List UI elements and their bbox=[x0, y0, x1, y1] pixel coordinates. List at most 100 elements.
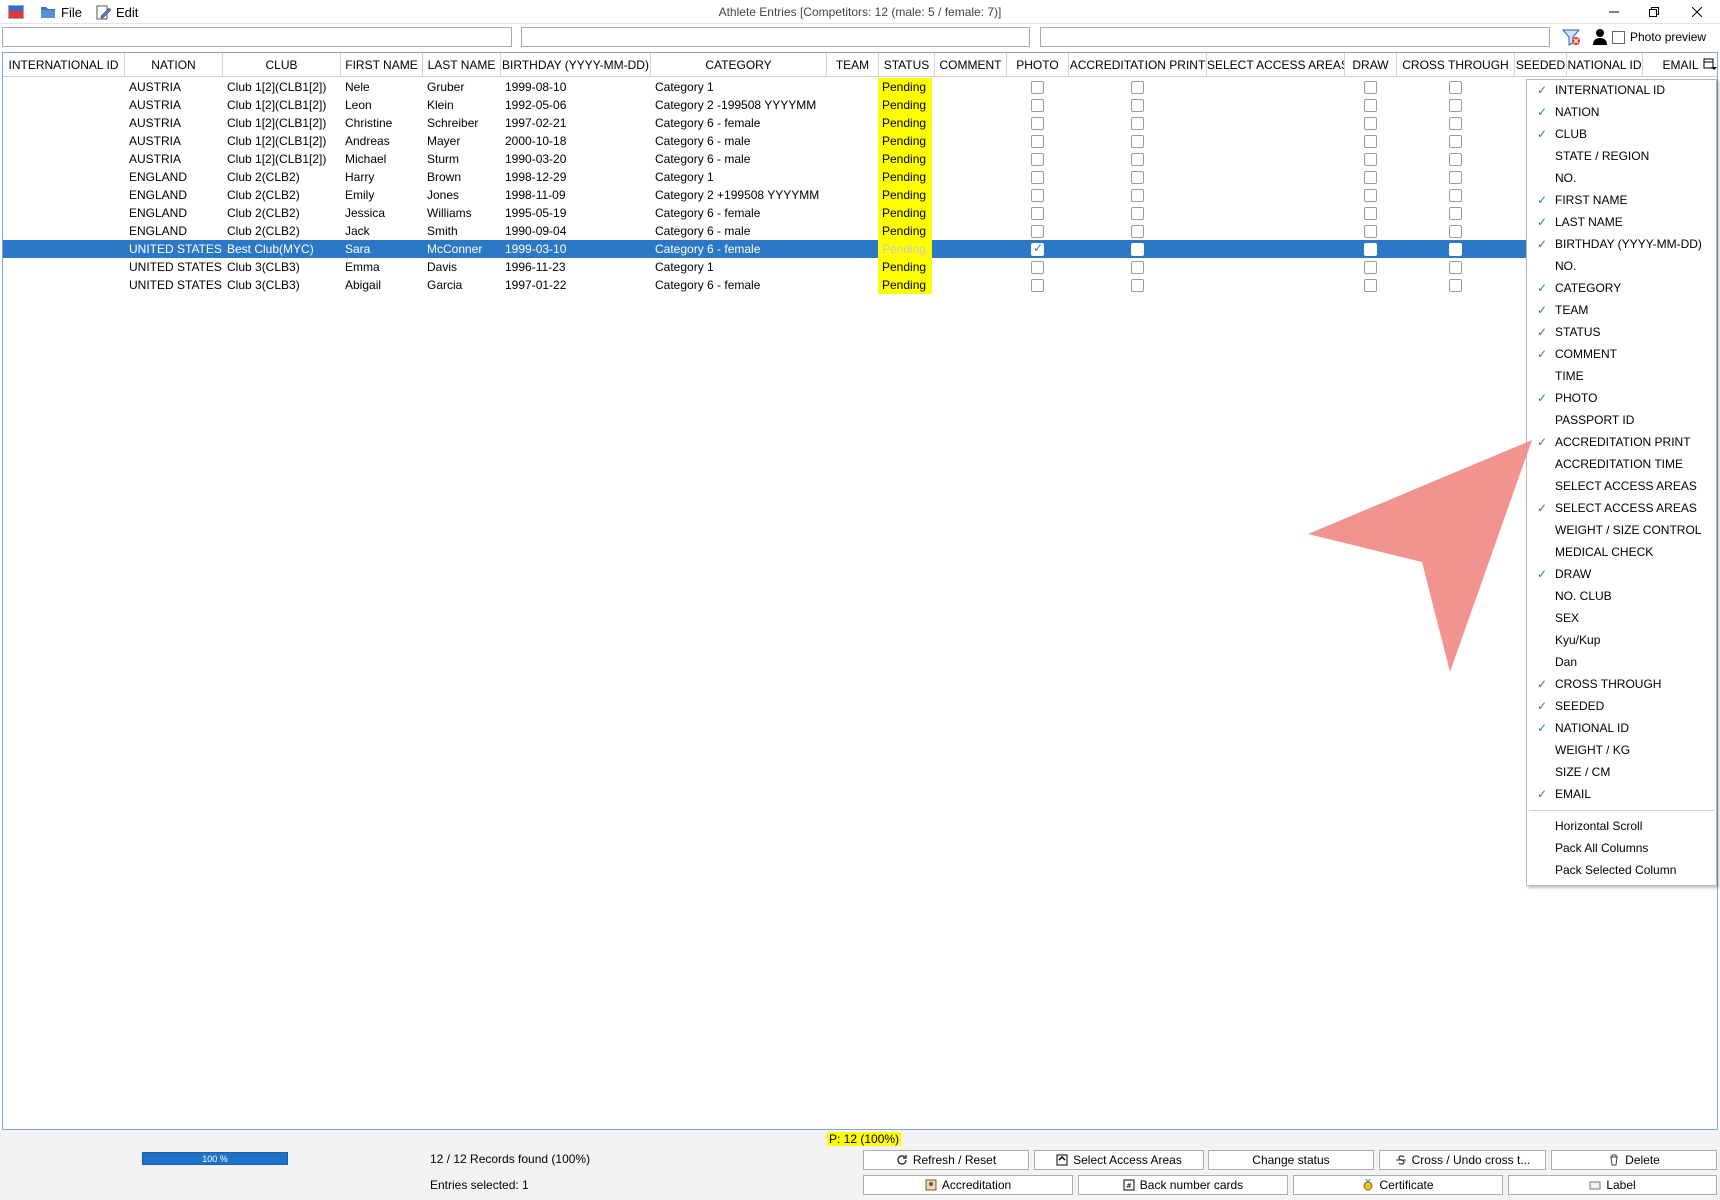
column-header-first[interactable]: FIRST NAME bbox=[341, 53, 423, 77]
column-menu-item[interactable]: ✓ BIRTHDAY (YYYY-MM-DD) bbox=[1527, 234, 1716, 254]
column-menu-item[interactable]: ✓ STATUS bbox=[1527, 322, 1716, 342]
column-menu-item[interactable]: NO. bbox=[1527, 256, 1716, 276]
edit-menu[interactable]: Edit bbox=[95, 3, 138, 21]
draw-checkbox[interactable] bbox=[1364, 99, 1377, 112]
table-row[interactable]: ENGLAND Club 2(CLB2) Emily Jones 1998-11-09 C… bbox=[3, 186, 1717, 204]
column-header-intl[interactable]: INTERNATIONAL ID bbox=[3, 53, 125, 77]
filter-input-3[interactable] bbox=[1040, 27, 1550, 47]
change-status-button[interactable]: Change status bbox=[1208, 1150, 1374, 1170]
table-row[interactable]: ENGLAND Club 2(CLB2) Harry Brown 1998-12-29 C… bbox=[3, 168, 1717, 186]
cross-checkbox[interactable] bbox=[1449, 117, 1462, 130]
column-header-category[interactable]: CATEGORY bbox=[651, 53, 827, 77]
column-menu-item[interactable]: SIZE / CM bbox=[1527, 762, 1716, 782]
column-header-accr[interactable]: ACCREDITATION PRINT bbox=[1069, 53, 1207, 77]
cross-checkbox[interactable] bbox=[1449, 279, 1462, 292]
refresh-reset-button[interactable]: Refresh / Reset bbox=[863, 1150, 1029, 1170]
table-row[interactable]: ENGLAND Club 2(CLB2) Jessica Williams 1995-0… bbox=[3, 204, 1717, 222]
table-row[interactable]: UNITED STATES Best Club(MYC) Sara McConner 1… bbox=[3, 240, 1717, 258]
filter-input-1[interactable] bbox=[2, 27, 512, 47]
clear-filter-icon[interactable] bbox=[1561, 27, 1581, 47]
accr-checkbox[interactable] bbox=[1131, 135, 1144, 148]
column-menu-item[interactable]: PASSPORT ID bbox=[1527, 410, 1716, 430]
column-menu-item[interactable]: Kyu/Kup bbox=[1527, 630, 1716, 650]
column-header-draw[interactable]: DRAW bbox=[1345, 53, 1397, 77]
photo-checkbox[interactable] bbox=[1031, 225, 1044, 238]
draw-checkbox[interactable] bbox=[1364, 135, 1377, 148]
photo-checkbox[interactable] bbox=[1031, 261, 1044, 274]
column-menu-item[interactable]: ✓ NATIONAL ID bbox=[1527, 718, 1716, 738]
photo-preview-checkbox[interactable] bbox=[1612, 31, 1625, 44]
column-menu-item[interactable]: ✓ TEAM bbox=[1527, 300, 1716, 320]
photo-checkbox[interactable] bbox=[1031, 153, 1044, 166]
draw-checkbox[interactable] bbox=[1364, 207, 1377, 220]
column-header-status[interactable]: STATUS bbox=[879, 53, 935, 77]
column-menu-item[interactable]: NO. bbox=[1527, 168, 1716, 188]
column-header-areas[interactable]: SELECT ACCESS AREAS bbox=[1207, 53, 1345, 77]
accr-checkbox[interactable] bbox=[1131, 261, 1144, 274]
accreditation-button[interactable]: Accreditation bbox=[863, 1175, 1073, 1195]
accr-checkbox[interactable] bbox=[1131, 225, 1144, 238]
column-header-club[interactable]: CLUB bbox=[223, 53, 341, 77]
accr-checkbox[interactable] bbox=[1131, 189, 1144, 202]
table-row[interactable]: UNITED STATES Club 3(CLB3) Abigail Garcia 19… bbox=[3, 276, 1717, 294]
cross-checkbox[interactable] bbox=[1449, 261, 1462, 274]
accr-checkbox[interactable] bbox=[1131, 153, 1144, 166]
accr-checkbox[interactable] bbox=[1131, 99, 1144, 112]
label-button[interactable]: Label bbox=[1508, 1175, 1717, 1195]
column-header-nation[interactable]: NATION bbox=[125, 53, 223, 77]
column-menu-item[interactable]: MEDICAL CHECK bbox=[1527, 542, 1716, 562]
draw-checkbox[interactable] bbox=[1364, 81, 1377, 94]
photo-checkbox[interactable] bbox=[1031, 135, 1044, 148]
accr-checkbox[interactable] bbox=[1131, 117, 1144, 130]
table-row[interactable]: AUSTRIA Club 1[2](CLB1[2]) Andreas Mayer 200… bbox=[3, 132, 1717, 150]
photo-checkbox[interactable] bbox=[1031, 171, 1044, 184]
cross-checkbox[interactable] bbox=[1449, 153, 1462, 166]
column-chooser-icon[interactable] bbox=[1703, 58, 1717, 72]
accr-checkbox[interactable] bbox=[1131, 279, 1144, 292]
table-row[interactable]: AUSTRIA Club 1[2](CLB1[2]) Michael Sturm 199… bbox=[3, 150, 1717, 168]
draw-checkbox[interactable] bbox=[1364, 117, 1377, 130]
accr-checkbox[interactable] bbox=[1131, 171, 1144, 184]
cross-checkbox[interactable] bbox=[1449, 225, 1462, 238]
column-menu-item[interactable]: SELECT ACCESS AREAS bbox=[1527, 476, 1716, 496]
column-menu-item[interactable]: WEIGHT / KG bbox=[1527, 740, 1716, 760]
column-menu-item[interactable]: ✓ DRAW bbox=[1527, 564, 1716, 584]
file-menu[interactable]: File bbox=[40, 3, 82, 21]
column-menu-item[interactable]: ✓ INTERNATIONAL ID bbox=[1527, 80, 1716, 100]
column-menu-item[interactable]: ✓ FIRST NAME bbox=[1527, 190, 1716, 210]
certificate-button[interactable]: Certificate bbox=[1293, 1175, 1503, 1195]
column-menu-item[interactable]: ✓ LAST NAME bbox=[1527, 212, 1716, 232]
cross-checkbox[interactable] bbox=[1449, 171, 1462, 184]
photo-checkbox[interactable] bbox=[1031, 99, 1044, 112]
accr-checkbox[interactable] bbox=[1131, 243, 1144, 256]
photo-checkbox[interactable] bbox=[1031, 189, 1044, 202]
photo-checkbox[interactable] bbox=[1031, 241, 1044, 256]
table-row[interactable]: AUSTRIA Club 1[2](CLB1[2]) Christine Schrei… bbox=[3, 114, 1717, 132]
column-menu-item[interactable]: ✓ SEEDED bbox=[1527, 696, 1716, 716]
column-menu-action[interactable]: Horizontal Scroll bbox=[1527, 816, 1716, 836]
draw-checkbox[interactable] bbox=[1364, 153, 1377, 166]
back-number-cards-button[interactable]: # Back number cards bbox=[1078, 1175, 1288, 1195]
draw-checkbox[interactable] bbox=[1364, 261, 1377, 274]
column-menu-item[interactable]: STATE / REGION bbox=[1527, 146, 1716, 166]
column-menu-item[interactable]: WEIGHT / SIZE CONTROL bbox=[1527, 520, 1716, 540]
column-menu-action[interactable]: Pack All Columns bbox=[1527, 838, 1716, 858]
cross-checkbox[interactable] bbox=[1449, 207, 1462, 220]
column-menu-item[interactable]: ✓ PHOTO bbox=[1527, 388, 1716, 408]
column-menu-item[interactable]: ✓ NATION bbox=[1527, 102, 1716, 122]
draw-checkbox[interactable] bbox=[1364, 279, 1377, 292]
cross-undo-button[interactable]: Cross / Undo cross t... bbox=[1379, 1150, 1546, 1170]
table-row[interactable]: AUSTRIA Club 1[2](CLB1[2]) Nele Gruber 1999-… bbox=[3, 78, 1717, 96]
cross-checkbox[interactable] bbox=[1449, 135, 1462, 148]
cross-checkbox[interactable] bbox=[1449, 81, 1462, 94]
column-header-birthday[interactable]: BIRTHDAY (YYYY-MM-DD) bbox=[501, 53, 651, 77]
column-menu-item[interactable]: TIME bbox=[1527, 366, 1716, 386]
table-row[interactable]: UNITED STATES Club 3(CLB3) Emma Davis 1996-1… bbox=[3, 258, 1717, 276]
column-header-photo[interactable]: PHOTO bbox=[1007, 53, 1069, 77]
photo-checkbox[interactable] bbox=[1031, 207, 1044, 220]
draw-checkbox[interactable] bbox=[1364, 243, 1377, 256]
column-menu-item[interactable]: Dan bbox=[1527, 652, 1716, 672]
table-row[interactable]: ENGLAND Club 2(CLB2) Jack Smith 1990-09-04 Ca… bbox=[3, 222, 1717, 240]
column-header-natid[interactable]: NATIONAL ID bbox=[1567, 53, 1643, 77]
cross-checkbox[interactable] bbox=[1449, 99, 1462, 112]
